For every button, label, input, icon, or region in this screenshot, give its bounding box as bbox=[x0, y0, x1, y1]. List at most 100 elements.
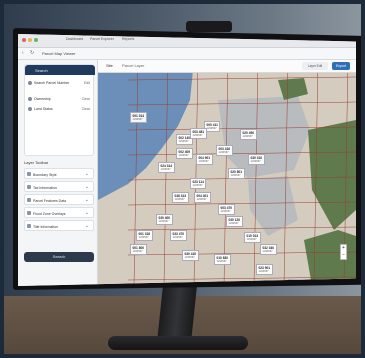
sidebar-row[interactable]: Ownership Clear bbox=[28, 95, 92, 103]
parcel-subtext: 1234567 bbox=[218, 150, 229, 154]
parcel-label[interactable]: 038 313 1234567 bbox=[172, 192, 189, 203]
parcel-label[interactable]: 030 400 1234567 bbox=[156, 214, 173, 225]
sidebar-row[interactable]: Search Parcel Number Edit bbox=[28, 79, 92, 87]
parcel-subtext: 1234567 bbox=[160, 167, 171, 171]
parcel-subtext: 1234567 bbox=[158, 219, 169, 223]
tab-parcel-explorer[interactable]: Parcel Explorer bbox=[90, 37, 114, 41]
layer-item[interactable]: Parcel Features Data ⌄ bbox=[24, 194, 94, 205]
row-action[interactable]: Edit bbox=[84, 81, 90, 85]
reload-icon[interactable]: ↻ bbox=[30, 50, 34, 56]
back-icon[interactable]: ‹ bbox=[22, 50, 24, 56]
parcel-id: 030 400 bbox=[158, 215, 171, 220]
monitor-stand-neck bbox=[157, 286, 197, 342]
parcel-id: 030 310 bbox=[250, 155, 263, 160]
layer-label: Flood Zone Overlays bbox=[33, 211, 66, 216]
map-layer-select[interactable]: Parcel Layer bbox=[122, 63, 144, 68]
parcel-id: 003 481 bbox=[192, 129, 205, 134]
owner-icon bbox=[28, 97, 32, 101]
layer-icon bbox=[27, 172, 31, 176]
parcel-subtext: 1234567 bbox=[178, 153, 189, 157]
layer-item[interactable]: Tax Information ⌄ bbox=[24, 181, 94, 192]
parcel-label[interactable]: 030 120 1234567 bbox=[226, 216, 243, 227]
parcel-id: 004 901 bbox=[198, 155, 211, 160]
search-panel-header: Search bbox=[25, 65, 95, 75]
row-action[interactable]: Clear bbox=[82, 97, 90, 101]
parcel-id: 002 409 bbox=[178, 149, 191, 154]
row-label: Ownership bbox=[34, 97, 51, 101]
chevron-down-icon[interactable]: ⌄ bbox=[85, 223, 89, 229]
layer-label: Tax Information bbox=[33, 185, 57, 190]
parcel-label[interactable]: 002 409 1234567 bbox=[176, 148, 193, 159]
parcel-subtext: 1234567 bbox=[216, 259, 227, 263]
monitor-screen: Dashboard Parcel Explorer Reports ‹ ↻ Pa… bbox=[18, 34, 356, 286]
layer-edit-button[interactable]: Layer Edit bbox=[302, 62, 328, 70]
layer-item[interactable]: Flood Zone Overlays ⌄ bbox=[24, 207, 94, 218]
chevron-down-icon[interactable]: ⌄ bbox=[85, 184, 89, 190]
parcel-id: 030 410 bbox=[184, 251, 197, 256]
page-title: Parcel Map Viewer bbox=[42, 51, 76, 56]
parcel-subtext: 1234567 bbox=[228, 221, 239, 225]
parcel-subtext: 1234567 bbox=[198, 159, 209, 163]
parcel-id: 001 014 bbox=[132, 113, 145, 118]
parcel-label[interactable]: 003 481 1234567 bbox=[190, 128, 207, 139]
parcel-subtext: 1234567 bbox=[258, 269, 269, 273]
parcel-label[interactable]: 004 901 1234567 bbox=[196, 154, 213, 165]
parcel-label[interactable]: 003 470 1234567 bbox=[218, 204, 235, 215]
layer-label: Parcel Features Data bbox=[33, 198, 67, 203]
parcel-id: 030 120 bbox=[228, 217, 241, 222]
search-button[interactable]: Search bbox=[24, 252, 94, 262]
parcel-id: 004 401 bbox=[196, 193, 209, 198]
parcel-label[interactable]: 033 470 1234567 bbox=[170, 230, 187, 241]
parcel-label[interactable]: 010 013 1234567 bbox=[244, 232, 261, 243]
parcel-label[interactable]: 023 114 1234567 bbox=[190, 178, 207, 189]
parcel-subtext: 1234567 bbox=[230, 173, 241, 177]
minimize-dot-icon[interactable] bbox=[28, 38, 32, 42]
parcel-subtext: 1234567 bbox=[138, 235, 149, 239]
layer-icon bbox=[27, 185, 31, 189]
parcel-subtext: 1234567 bbox=[172, 235, 183, 239]
export-button[interactable]: Export bbox=[332, 62, 350, 70]
row-label: Land Status bbox=[34, 107, 53, 111]
parcel-id: 020 801 bbox=[230, 169, 243, 174]
monitor-stand-base bbox=[108, 336, 248, 350]
parcel-label[interactable]: 032 340 1234567 bbox=[260, 244, 277, 255]
sidebar-row[interactable]: Land Status Clear bbox=[28, 105, 92, 113]
parcel-label[interactable]: 004 401 1234567 bbox=[194, 192, 211, 203]
parcel-label[interactable]: 024 314 1234567 bbox=[158, 162, 175, 173]
zoom-control[interactable]: + − bbox=[340, 244, 347, 260]
close-dot-icon[interactable] bbox=[22, 38, 26, 42]
parcel-label[interactable]: 010 830 1234567 bbox=[214, 254, 231, 265]
parcel-label[interactable]: 001 800 1234567 bbox=[130, 244, 147, 255]
layer-label: Title Information bbox=[33, 224, 58, 229]
parcel-label[interactable]: 003 416 1234567 bbox=[216, 145, 233, 156]
maximize-dot-icon[interactable] bbox=[34, 38, 38, 42]
chevron-down-icon[interactable]: ⌄ bbox=[85, 210, 89, 216]
parcel-label[interactable]: 001 014 1234567 bbox=[130, 112, 147, 123]
chevron-down-icon[interactable]: ⌄ bbox=[85, 197, 89, 203]
search-panel: Search Search Parcel Number Edit Ownersh… bbox=[24, 64, 95, 156]
parcel-id: 010 013 bbox=[246, 233, 259, 238]
parcel-id: 038 313 bbox=[174, 193, 187, 198]
parcel-id: 020 490 bbox=[242, 130, 255, 135]
parcel-subtext: 1234567 bbox=[242, 134, 253, 138]
parcel-label[interactable]: 030 310 1234567 bbox=[248, 154, 265, 165]
tab-reports[interactable]: Reports bbox=[122, 37, 134, 41]
parcel-label[interactable]: 023 901 1234567 bbox=[256, 264, 273, 275]
parcel-subtext: 1234567 bbox=[196, 197, 207, 201]
parcel-subtext: 1234567 bbox=[250, 159, 261, 163]
land-icon bbox=[28, 107, 32, 111]
parcel-label[interactable]: 020 490 1234567 bbox=[240, 129, 257, 140]
row-action[interactable]: Clear bbox=[82, 107, 90, 111]
parcel-subtext: 1234567 bbox=[132, 117, 143, 121]
layer-item[interactable]: Boundary Style ⌄ bbox=[24, 168, 94, 179]
parcel-label[interactable]: 020 801 1234567 bbox=[228, 168, 245, 179]
parcel-label[interactable]: 030 410 1234567 bbox=[182, 250, 199, 261]
address-bar[interactable]: ‹ ↻ Parcel Map Viewer bbox=[18, 48, 356, 60]
layer-item[interactable]: Title Information ⌄ bbox=[24, 220, 94, 231]
parcel-id: 003 416 bbox=[218, 146, 231, 151]
parcel-label[interactable]: 001 318 1234567 bbox=[136, 230, 153, 241]
chevron-down-icon[interactable]: ⌄ bbox=[85, 171, 89, 177]
search-icon bbox=[28, 81, 32, 85]
tab-dashboard[interactable]: Dashboard bbox=[66, 37, 83, 41]
parcel-id: 033 470 bbox=[172, 231, 185, 236]
